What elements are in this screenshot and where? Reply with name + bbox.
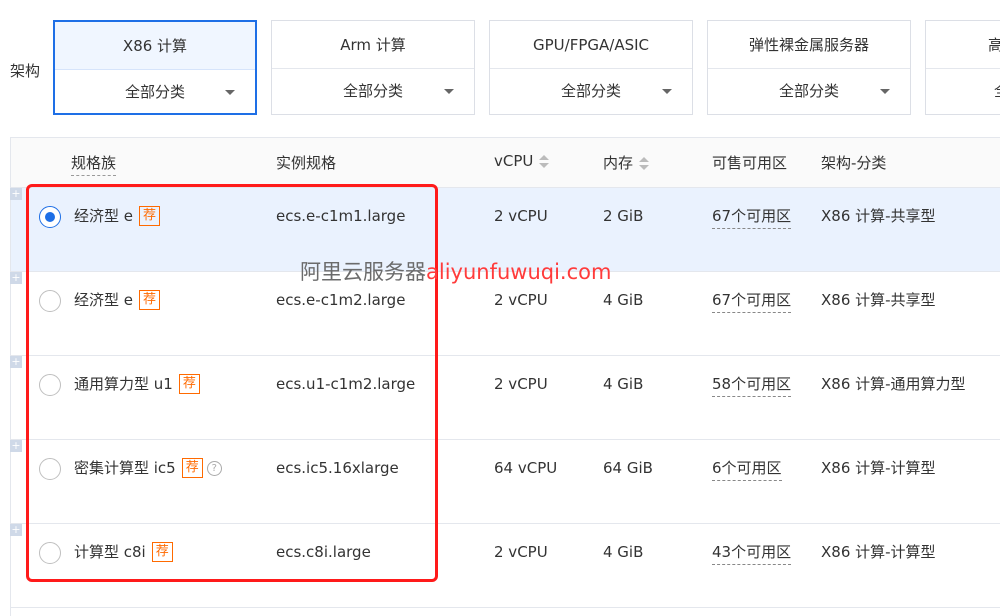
- category-dropdown[interactable]: 全部分类: [708, 69, 910, 115]
- family-name: 密集计算型 ic5: [74, 459, 176, 477]
- family-cell: 计算型 c8i 荐: [74, 542, 173, 562]
- category-dropdown[interactable]: 全部分类: [272, 69, 474, 115]
- family-cell: 密集计算型 ic5 荐?: [74, 458, 222, 478]
- category-value: 全部分类: [560, 82, 621, 100]
- category-dropdown[interactable]: 全: [926, 69, 1000, 115]
- header-zones: 可售可用区: [712, 154, 788, 172]
- caret-down-icon: [444, 89, 454, 94]
- arch-tab-title: 弹性裸金属服务器: [708, 21, 910, 69]
- header-vcpu[interactable]: vCPU: [494, 152, 550, 170]
- category-value: 全部分类: [778, 82, 839, 100]
- arch-tab-title: 高: [926, 21, 1000, 69]
- family-name: 经济型 e: [74, 207, 133, 225]
- category-value: 全部分类: [342, 82, 403, 100]
- arch-tab-high[interactable]: 高 全: [925, 20, 1000, 115]
- zones-cell[interactable]: 67个可用区: [712, 290, 792, 313]
- table-row[interactable]: + 经济型 e 荐 ecs.e-c1m1.large 2 vCPU 2 GiB 6…: [10, 188, 1000, 272]
- caret-down-icon: [225, 90, 235, 95]
- header-family: 规格族: [71, 152, 117, 176]
- header-memory[interactable]: 内存: [603, 152, 650, 173]
- recommend-badge: 荐: [151, 542, 173, 562]
- vcpu-cell: 2 vCPU: [494, 543, 548, 561]
- radio-button[interactable]: [39, 206, 61, 228]
- category-value: 全部分类: [124, 83, 185, 101]
- radio-button[interactable]: [39, 374, 61, 396]
- vcpu-cell: 64 vCPU: [494, 459, 558, 477]
- family-name: 通用算力型 u1: [74, 375, 173, 393]
- spec-cell: ecs.e-c1m2.large: [276, 291, 406, 309]
- spec-cell: ecs.ic5.16xlarge: [276, 459, 399, 477]
- recommend-badge: 荐: [178, 374, 200, 394]
- arch-tab-bare-metal[interactable]: 弹性裸金属服务器 全部分类: [707, 20, 911, 115]
- recommend-badge: 荐: [139, 290, 161, 310]
- vcpu-cell: 2 vCPU: [494, 207, 548, 225]
- header-spec: 实例规格: [276, 154, 337, 172]
- caret-down-icon: [662, 89, 672, 94]
- zones-cell[interactable]: 67个可用区: [712, 206, 792, 229]
- arch-tab-title: X86 计算: [55, 22, 255, 70]
- recommend-badge: 荐: [181, 458, 203, 478]
- category-value: 全: [994, 82, 1000, 100]
- memory-cell: 64 GiB: [603, 459, 653, 477]
- header-memory-label: 内存: [603, 154, 634, 172]
- table-header: 规格族 实例规格 vCPU 内存 可售可用区 架构-分类: [11, 138, 1000, 188]
- arch-tab-title: GPU/FPGA/ASIC: [490, 21, 692, 69]
- recommend-badge: 荐: [139, 206, 161, 226]
- expand-icon[interactable]: +: [10, 524, 22, 536]
- instance-table: 规格族 实例规格 vCPU 内存 可售可用区 架构-分类 + 经济型 e 荐 ec…: [10, 137, 1000, 616]
- family-cell: 经济型 e 荐: [74, 206, 161, 226]
- family-name: 计算型 c8i: [74, 543, 146, 561]
- spec-cell: ecs.c8i.large: [276, 543, 371, 561]
- arch-tab-gpu[interactable]: GPU/FPGA/ASIC 全部分类: [489, 20, 693, 115]
- zones-cell[interactable]: 6个可用区: [712, 458, 782, 481]
- category-dropdown[interactable]: 全部分类: [490, 69, 692, 115]
- arch-cell: X86 计算-共享型: [821, 291, 936, 309]
- family-name: 经济型 e: [74, 291, 133, 309]
- expand-icon[interactable]: +: [10, 440, 22, 452]
- memory-cell: 4 GiB: [603, 543, 644, 561]
- family-cell: 经济型 e 荐: [74, 290, 161, 310]
- help-icon[interactable]: ?: [206, 461, 222, 476]
- header-arch: 架构-分类: [821, 154, 887, 172]
- radio-button[interactable]: [39, 290, 61, 312]
- caret-down-icon: [880, 89, 890, 94]
- memory-cell: 2 GiB: [603, 207, 644, 225]
- table-row[interactable]: + 经济型 e 荐 ecs.e-c1m2.large 2 vCPU 4 GiB 6…: [10, 272, 1000, 356]
- sort-icon[interactable]: [539, 154, 550, 169]
- sort-icon[interactable]: [639, 156, 650, 171]
- vcpu-cell: 2 vCPU: [494, 291, 548, 309]
- table-row[interactable]: + 密集计算型 ic5 荐? ecs.ic5.16xlarge 64 vCPU 6…: [10, 440, 1000, 524]
- spec-cell: ecs.u1-c1m2.large: [276, 375, 416, 393]
- family-cell: 通用算力型 u1 荐: [74, 374, 200, 394]
- table-row[interactable]: + 计算型 c8i 荐 ecs.c8i.large 2 vCPU 4 GiB 43…: [10, 524, 1000, 608]
- arch-tab-arm[interactable]: Arm 计算 全部分类: [271, 20, 475, 115]
- memory-cell: 4 GiB: [603, 291, 644, 309]
- expand-icon[interactable]: +: [10, 356, 22, 368]
- arch-cell: X86 计算-计算型: [821, 543, 936, 561]
- radio-button[interactable]: [39, 458, 61, 480]
- expand-icon[interactable]: +: [10, 188, 22, 200]
- radio-button[interactable]: [39, 542, 61, 564]
- category-dropdown[interactable]: 全部分类: [55, 70, 255, 116]
- arch-cell: X86 计算-通用算力型: [821, 375, 966, 393]
- zones-cell[interactable]: 43个可用区: [712, 542, 792, 565]
- arch-cell: X86 计算-共享型: [821, 207, 936, 225]
- expand-icon[interactable]: +: [10, 272, 22, 284]
- vcpu-cell: 2 vCPU: [494, 375, 548, 393]
- arch-label: 架构: [10, 62, 41, 80]
- arch-tab-x86[interactable]: X86 计算 全部分类: [53, 20, 257, 115]
- table-row[interactable]: + 通用算力型 u1 荐 ecs.u1-c1m2.large 2 vCPU 4 G…: [10, 356, 1000, 440]
- header-vcpu-label: vCPU: [494, 152, 534, 170]
- arch-tab-title: Arm 计算: [272, 21, 474, 69]
- spec-cell: ecs.e-c1m1.large: [276, 207, 406, 225]
- memory-cell: 4 GiB: [603, 375, 644, 393]
- zones-cell[interactable]: 58个可用区: [712, 374, 792, 397]
- arch-cell: X86 计算-计算型: [821, 459, 936, 477]
